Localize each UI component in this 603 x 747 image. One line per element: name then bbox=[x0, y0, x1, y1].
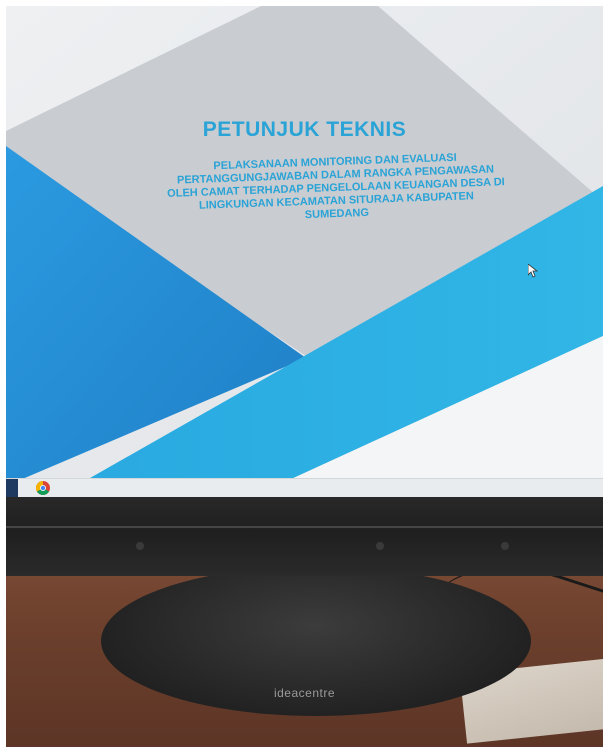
taskbar bbox=[6, 478, 603, 497]
bezel-button bbox=[501, 542, 509, 550]
bezel-line bbox=[6, 526, 603, 528]
start-button[interactable] bbox=[6, 479, 18, 497]
photo-frame: ideacentre PETUNJUK TEKNIS PELAKSANAAN M… bbox=[6, 6, 603, 747]
chrome-icon[interactable] bbox=[36, 481, 50, 495]
monitor-brand-label: ideacentre bbox=[273, 686, 336, 700]
monitor-screen: PETUNJUK TEKNIS PELAKSANAAN MONITORING D… bbox=[6, 6, 603, 486]
slide-background bbox=[6, 6, 603, 486]
slide-title: PETUNJUK TEKNIS bbox=[202, 118, 407, 141]
bezel-button bbox=[136, 542, 144, 550]
bezel-button bbox=[376, 542, 384, 550]
